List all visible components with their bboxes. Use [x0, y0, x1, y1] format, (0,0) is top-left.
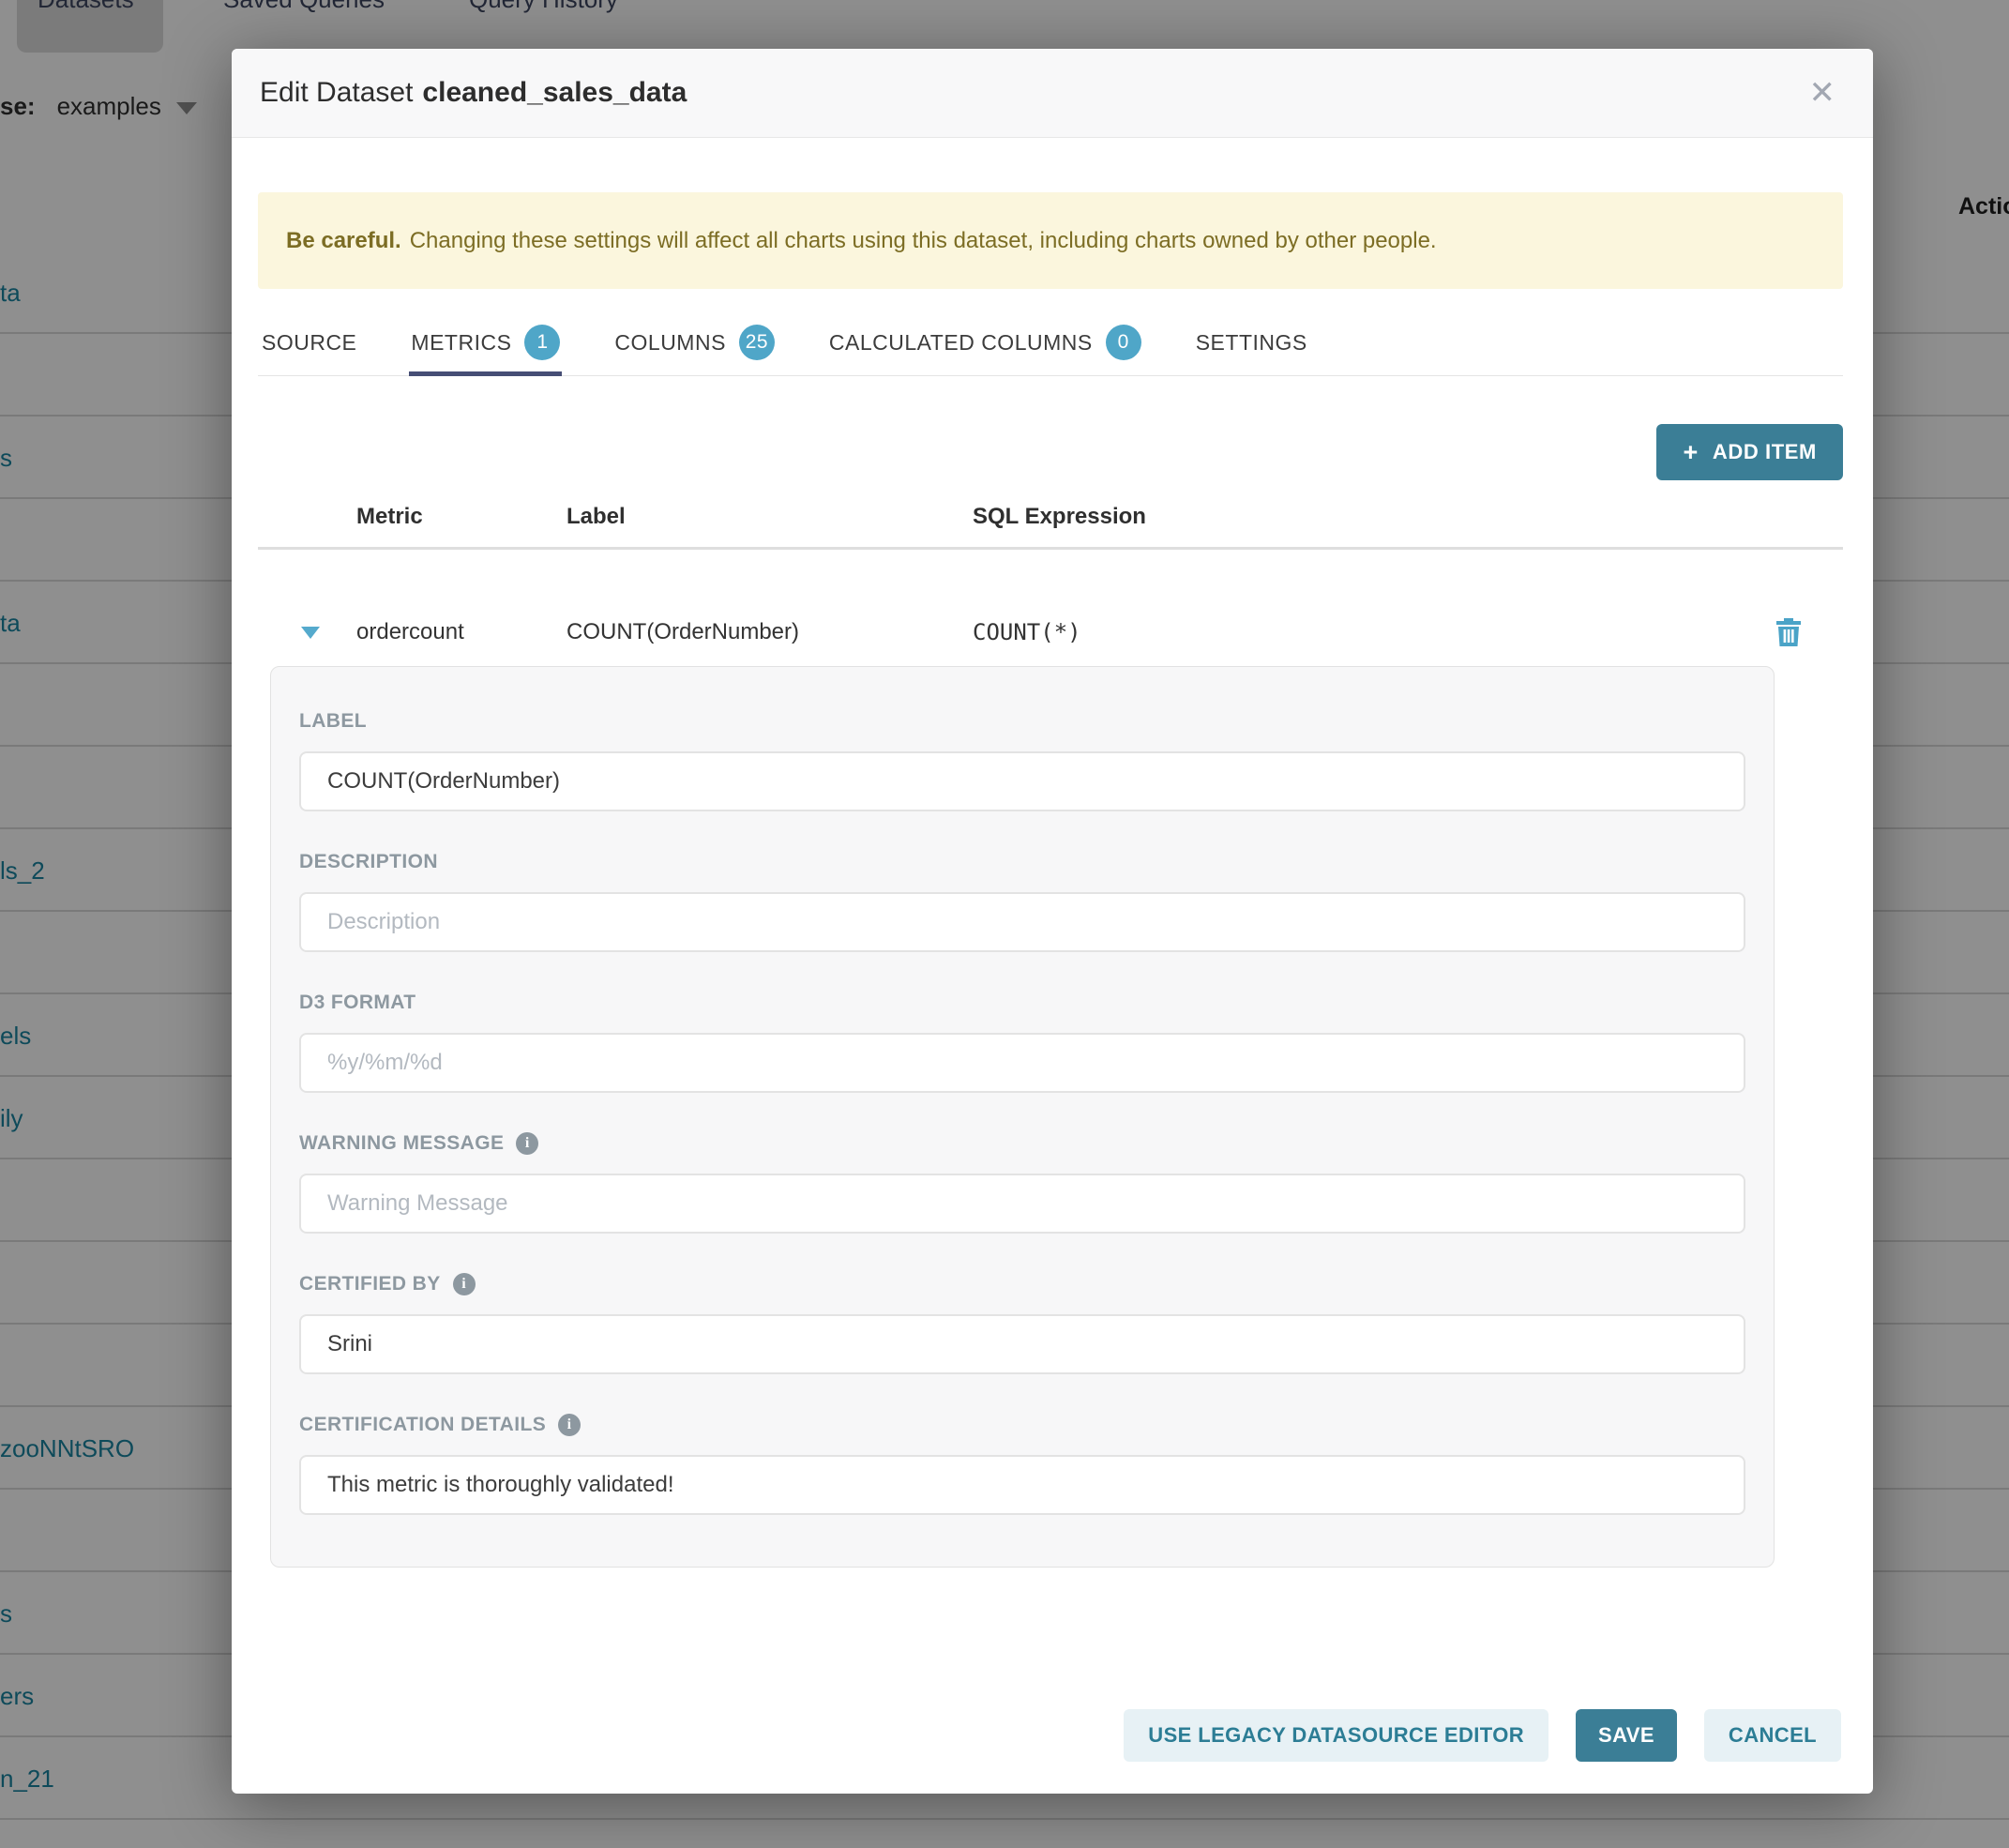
- save-button[interactable]: SAVE: [1576, 1709, 1677, 1762]
- modal-title: Edit Dataset cleaned_sales_data: [260, 77, 687, 109]
- label-input[interactable]: [299, 751, 1745, 811]
- field-certified-by: CERTIFIED BY i: [299, 1273, 1745, 1374]
- add-item-button[interactable]: + ADD ITEM: [1656, 424, 1843, 480]
- info-icon: i: [558, 1414, 581, 1436]
- calculated-columns-count-badge: 0: [1106, 325, 1141, 360]
- tab-source[interactable]: SOURCE: [262, 310, 356, 375]
- description-input[interactable]: [299, 892, 1745, 952]
- metric-label-cell: COUNT(OrderNumber): [566, 599, 799, 665]
- column-header-metric: Metric: [356, 504, 423, 530]
- warning-message-input[interactable]: [299, 1174, 1745, 1234]
- plus-icon: +: [1683, 440, 1698, 465]
- edit-dataset-modal: Edit Dataset cleaned_sales_data ✕ Be care…: [232, 49, 1873, 1794]
- info-icon: i: [516, 1132, 538, 1155]
- screen: Datasets Saved Queries Query History se:…: [0, 0, 2009, 1848]
- metric-row: ordercount COUNT(OrderNumber) COUNT(*): [258, 599, 1843, 665]
- columns-count-badge: 25: [739, 325, 775, 360]
- field-label: LABEL: [299, 710, 1745, 811]
- field-certification-details: CERTIFICATION DETAILS i: [299, 1414, 1745, 1515]
- tab-columns[interactable]: COLUMNS 25: [614, 310, 775, 375]
- certified-by-input[interactable]: [299, 1314, 1745, 1374]
- expand-caret-icon[interactable]: [301, 627, 320, 639]
- delete-metric-trash-icon[interactable]: [1775, 617, 1802, 647]
- modal-header: Edit Dataset cleaned_sales_data ✕: [232, 49, 1873, 138]
- modal-tab-bar: SOURCE METRICS 1 COLUMNS 25 CALCULATED C…: [258, 310, 1843, 376]
- metrics-count-badge: 1: [524, 325, 560, 360]
- tab-metrics[interactable]: METRICS 1: [411, 310, 560, 375]
- modal-title-dataset-name: cleaned_sales_data: [422, 77, 687, 108]
- modal-footer: USE LEGACY DATASOURCE EDITOR SAVE CANCEL: [232, 1709, 1841, 1762]
- tab-calculated-columns[interactable]: CALCULATED COLUMNS 0: [829, 310, 1141, 375]
- column-header-label: Label: [566, 504, 626, 530]
- close-icon[interactable]: ✕: [1809, 77, 1836, 109]
- d3-format-input[interactable]: [299, 1033, 1745, 1093]
- modal-title-prefix: Edit Dataset: [260, 77, 413, 108]
- field-description: DESCRIPTION: [299, 851, 1745, 952]
- warning-banner: Be careful. Changing these settings will…: [258, 192, 1843, 289]
- cancel-button[interactable]: CANCEL: [1704, 1709, 1841, 1762]
- warning-text: Changing these settings will affect all …: [410, 228, 1437, 254]
- field-warning-message: WARNING MESSAGE i: [299, 1132, 1745, 1234]
- metric-name-cell: ordercount: [356, 599, 464, 665]
- table-header-divider: [258, 547, 1843, 550]
- use-legacy-datasource-editor-button[interactable]: USE LEGACY DATASOURCE EDITOR: [1124, 1709, 1548, 1762]
- tab-settings[interactable]: SETTINGS: [1196, 310, 1307, 375]
- warning-bold: Be careful.: [286, 228, 401, 254]
- info-icon: i: [453, 1273, 476, 1295]
- column-header-sql-expression: SQL Expression: [973, 504, 1146, 530]
- metric-detail-panel: LABEL DESCRIPTION D3 FORMAT WARNING MESS…: [270, 666, 1775, 1568]
- metric-sql-cell: COUNT(*): [973, 599, 1081, 665]
- certification-details-input[interactable]: [299, 1455, 1745, 1515]
- field-d3-format: D3 FORMAT: [299, 992, 1745, 1093]
